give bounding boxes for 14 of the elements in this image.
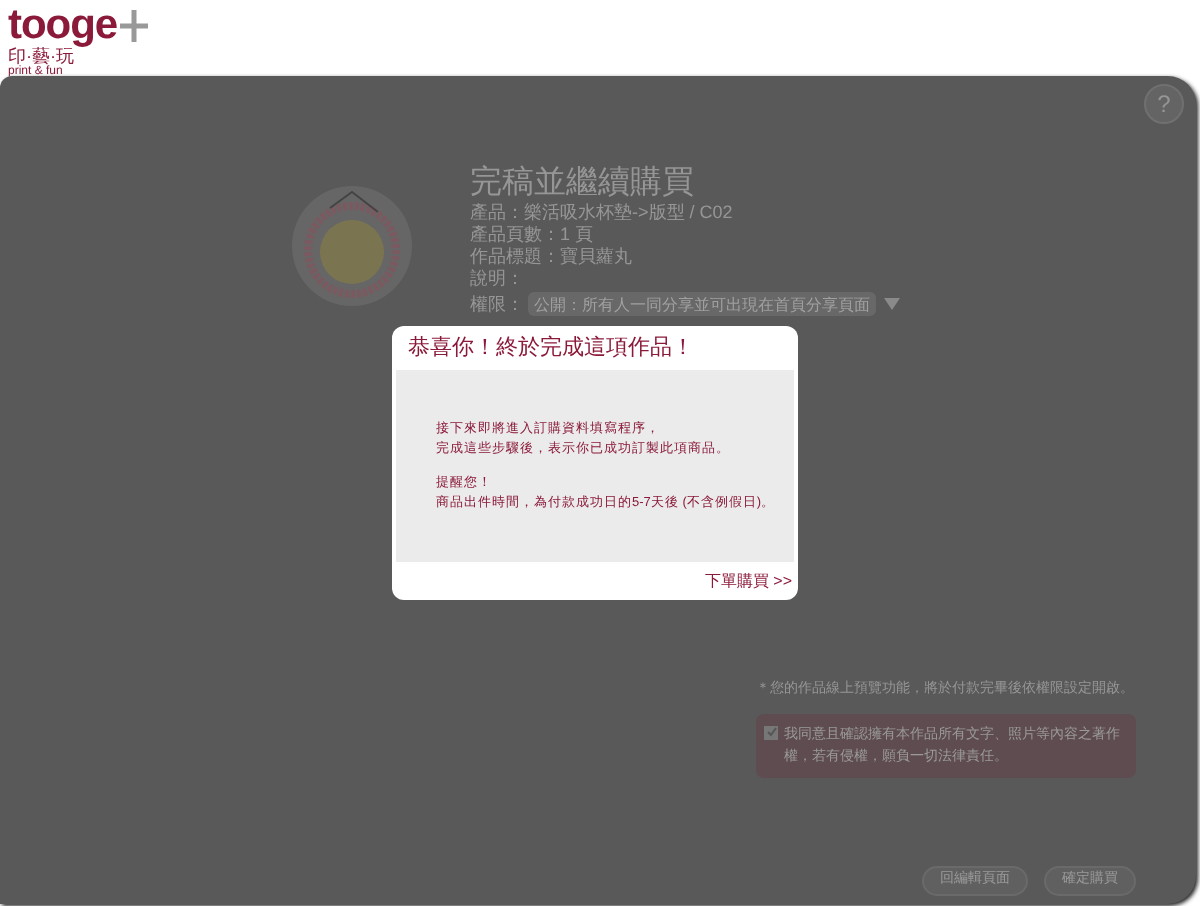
dropdown-caret-icon[interactable] bbox=[882, 294, 902, 314]
product-detail: 產品頁數：1 頁 bbox=[470, 224, 596, 246]
coaster-drawing bbox=[290, 184, 414, 308]
product-detail: 說明： bbox=[470, 268, 526, 290]
order-link[interactable]: 下單購買 >> bbox=[704, 569, 792, 593]
agreement-checkbox[interactable] bbox=[764, 725, 778, 739]
page-title: 完稿並繼續購買 bbox=[470, 164, 696, 202]
dialog-title: 恭喜你！終於完成這項作品！ bbox=[406, 333, 696, 364]
permission-label: 權限： bbox=[470, 293, 524, 315]
check-icon bbox=[765, 726, 777, 738]
product-detail: 作品標題：寶貝蘿丸 bbox=[470, 246, 634, 268]
product-detail: 產品：樂活吸水杯墊->版型 / C02 bbox=[470, 202, 735, 224]
plus-icon bbox=[119, 10, 148, 42]
help-button[interactable]: ? bbox=[1144, 84, 1184, 124]
